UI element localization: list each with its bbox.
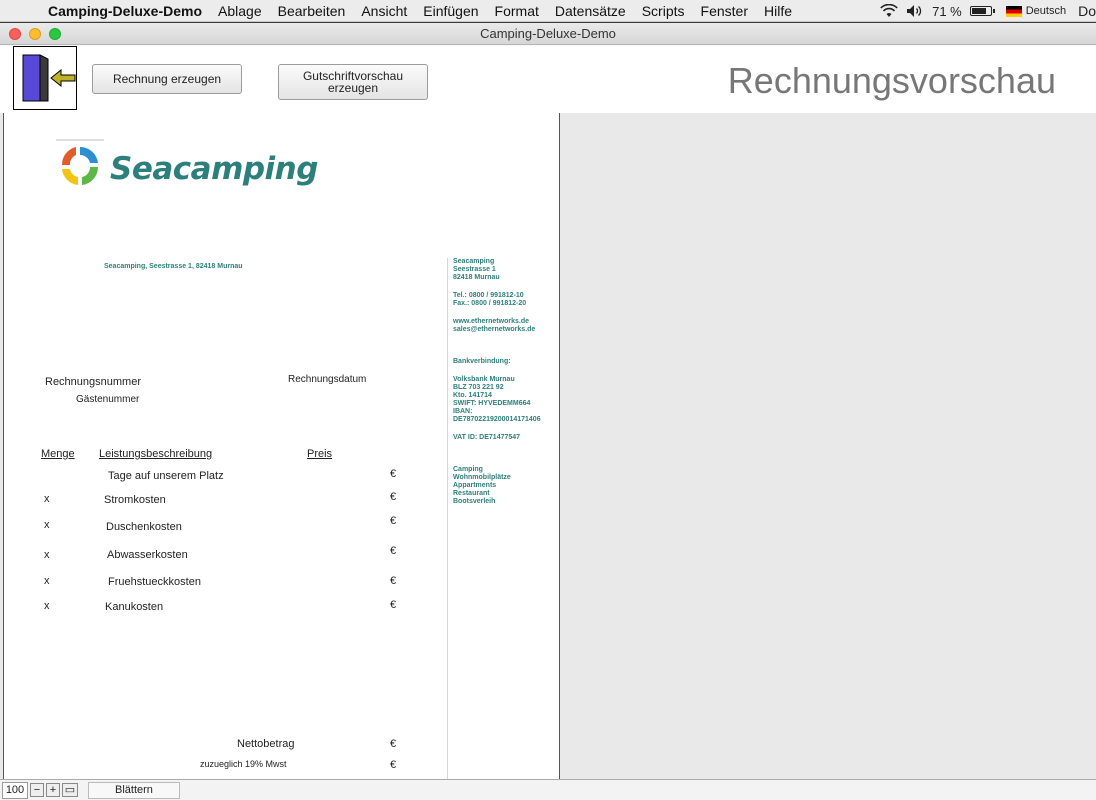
page-title: Rechnungsvorschau	[727, 60, 1056, 101]
zoom-in-icon[interactable]: +	[46, 783, 60, 797]
line-desc: Kanukosten	[105, 601, 164, 613]
contact-phone: Tel.: 0800 / 991812-10 Fax.: 0800 / 9918…	[453, 292, 527, 307]
user-name[interactable]: Do	[1078, 3, 1096, 19]
contact-web: www.ethernetworks.de sales@ethernetworks…	[453, 318, 536, 333]
statusbar: 100 − + ▭ Blättern	[0, 779, 1096, 800]
exit-button[interactable]	[13, 46, 77, 110]
layout-header: Rechnung erzeugen Gutschriftvorschau erz…	[0, 46, 1096, 113]
flag-de-icon[interactable]	[1005, 5, 1022, 17]
mode-selector[interactable]: Blättern	[88, 781, 180, 799]
app-window: Camping-Deluxe-Demo Rechnung erzeugen Gu…	[0, 23, 1096, 800]
menu-einfuegen[interactable]: Einfügen	[415, 3, 486, 19]
bank-label: Bankverbindung:	[453, 358, 511, 365]
arrow-left-icon	[50, 69, 76, 87]
line-currency: €	[390, 468, 397, 480]
column-qty-header: Menge	[41, 448, 75, 460]
menu-bearbeiten[interactable]: Bearbeiten	[270, 3, 354, 19]
net-amount-label: Nettobetrag	[237, 738, 295, 750]
line-qty: x	[44, 575, 50, 587]
line-currency: €	[390, 491, 397, 503]
brand-name: Seacamping	[110, 151, 318, 187]
line-qty: x	[44, 493, 50, 505]
line-desc: Stromkosten	[104, 494, 166, 506]
invoice-number-label: Rechnungsnummer	[45, 376, 141, 388]
window-minimize-button[interactable]	[29, 28, 41, 40]
line-desc: Abwasserkosten	[107, 549, 188, 561]
menubar: Camping-Deluxe-Demo Ablage Bearbeiten An…	[0, 0, 1096, 22]
menu-ansicht[interactable]: Ansicht	[353, 3, 415, 19]
menu-ablage[interactable]: Ablage	[210, 3, 270, 19]
services-list: Camping Wohnmobilplätze Appartments Rest…	[453, 466, 511, 505]
menu-fenster[interactable]: Fenster	[693, 3, 756, 19]
vat-label: zuzueglich 19% Mwst	[200, 759, 287, 769]
contact-sidebar: Seacamping Seestrasse 1 82418 Murnau Tel…	[447, 258, 559, 779]
menu-format[interactable]: Format	[487, 3, 547, 19]
battery-percent: 71 %	[932, 3, 962, 19]
vat-currency: €	[390, 759, 397, 771]
invoice-date-label: Rechnungsdatum	[288, 374, 367, 385]
wifi-icon[interactable]	[880, 4, 898, 18]
toolbar-toggle-icon[interactable]: ▭	[62, 783, 78, 797]
line-desc: Fruehstueckkosten	[108, 576, 201, 588]
window-close-button[interactable]	[9, 28, 21, 40]
invoice-document: Seacamping Seacamping, Seestrasse 1, 824…	[3, 113, 560, 779]
column-price-header: Preis	[307, 448, 333, 460]
bank-details: Volksbank Murnau BLZ 703 221 92 Kto. 141…	[453, 376, 541, 423]
content-area: Seacamping Seacamping, Seestrasse 1, 824…	[0, 113, 1096, 779]
menu-datensaetze[interactable]: Datensätze	[547, 3, 634, 19]
zoom-level[interactable]: 100	[2, 781, 28, 799]
line-desc: Tage auf unserem Platz	[108, 470, 224, 482]
line-qty: x	[44, 519, 50, 531]
line-qty: x	[44, 549, 50, 561]
battery-icon[interactable]	[969, 6, 995, 16]
titlebar[interactable]: Camping-Deluxe-Demo	[0, 23, 1096, 45]
line-desc: Duschenkosten	[106, 521, 182, 533]
input-language[interactable]: Deutsch	[1026, 5, 1066, 17]
line-qty: x	[44, 600, 50, 612]
volume-icon[interactable]	[906, 4, 924, 18]
window-title: Camping-Deluxe-Demo	[480, 26, 616, 41]
line-currency: €	[390, 599, 397, 611]
create-invoice-button[interactable]: Rechnung erzeugen	[92, 64, 242, 94]
menu-app[interactable]: Camping-Deluxe-Demo	[40, 3, 210, 19]
zoom-out-icon[interactable]: −	[30, 783, 44, 797]
guest-number-label: Gästenummer	[76, 394, 140, 405]
menu-hilfe[interactable]: Hilfe	[756, 3, 800, 19]
line-currency: €	[390, 545, 397, 557]
net-currency: €	[390, 738, 397, 750]
column-desc-header: Leistungsbeschreibung	[99, 448, 213, 460]
create-credit-preview-button[interactable]: Gutschriftvorschau erzeugen	[278, 64, 428, 100]
vat-id: VAT ID: DE71477547	[453, 434, 521, 441]
line-currency: €	[390, 575, 397, 587]
line-currency: €	[390, 515, 397, 527]
contact-address: Seacamping Seestrasse 1 82418 Murnau	[453, 258, 500, 281]
door-exit-icon	[22, 54, 49, 102]
sender-address-line: Seacamping, Seestrasse 1, 82418 Murnau	[104, 263, 243, 270]
menu-scripts[interactable]: Scripts	[634, 3, 693, 19]
window-zoom-button[interactable]	[49, 28, 61, 40]
